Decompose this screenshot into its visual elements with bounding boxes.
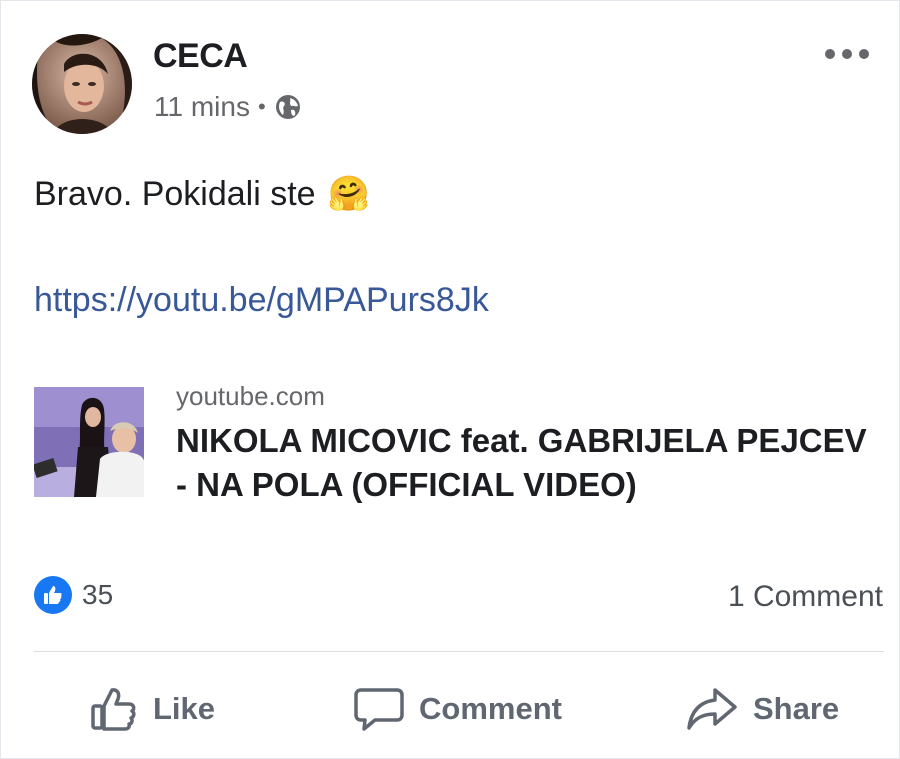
share-label: Share <box>753 691 840 726</box>
divider <box>34 651 884 652</box>
preview-thumbnail[interactable] <box>34 387 144 497</box>
like-reaction-icon <box>34 576 72 614</box>
post-message: Bravo. Pokidali ste <box>34 174 316 213</box>
share-arrow-icon <box>687 688 737 730</box>
comment-label: Comment <box>419 691 562 726</box>
meta-separator: • <box>257 94 266 119</box>
dot <box>825 49 835 59</box>
post-link[interactable]: https://youtu.be/gMPAPurs8Jk <box>34 281 489 320</box>
video-thumbnail-image <box>34 387 144 497</box>
globe-icon <box>275 95 300 119</box>
post-text: Bravo. Pokidali ste 🤗 <box>34 174 370 214</box>
like-button[interactable]: Like <box>89 679 215 739</box>
thumbs-up-icon <box>44 586 62 604</box>
preview-domain: youtube.com <box>176 381 325 411</box>
like-count: 35 <box>82 579 114 610</box>
dot <box>859 49 869 59</box>
preview-title[interactable]: NIKOLA MICOVIC feat. GABRIJELA PEJCEV - … <box>176 419 876 507</box>
thumbs-up-outline-icon <box>91 688 136 731</box>
comment-count[interactable]: 1 Comment <box>728 580 883 614</box>
comment-bubble-icon <box>354 688 404 731</box>
author-avatar[interactable] <box>32 34 132 134</box>
more-options-icon[interactable] <box>825 45 869 63</box>
comment-button[interactable]: Comment <box>353 679 562 739</box>
dot <box>842 49 852 59</box>
share-button[interactable]: Share <box>685 679 839 739</box>
post-meta: 11 mins • <box>154 91 302 123</box>
post-time[interactable]: 11 mins <box>154 91 250 123</box>
like-label: Like <box>153 691 216 726</box>
hugging-face-emoji: 🤗 <box>327 175 370 213</box>
reaction-summary[interactable]: 35 <box>34 576 113 614</box>
post-card: CECA 11 mins • Bravo. Pokidali ste 🤗 htt… <box>0 0 900 759</box>
author-name[interactable]: CECA <box>153 37 248 76</box>
avatar-image <box>32 34 132 134</box>
